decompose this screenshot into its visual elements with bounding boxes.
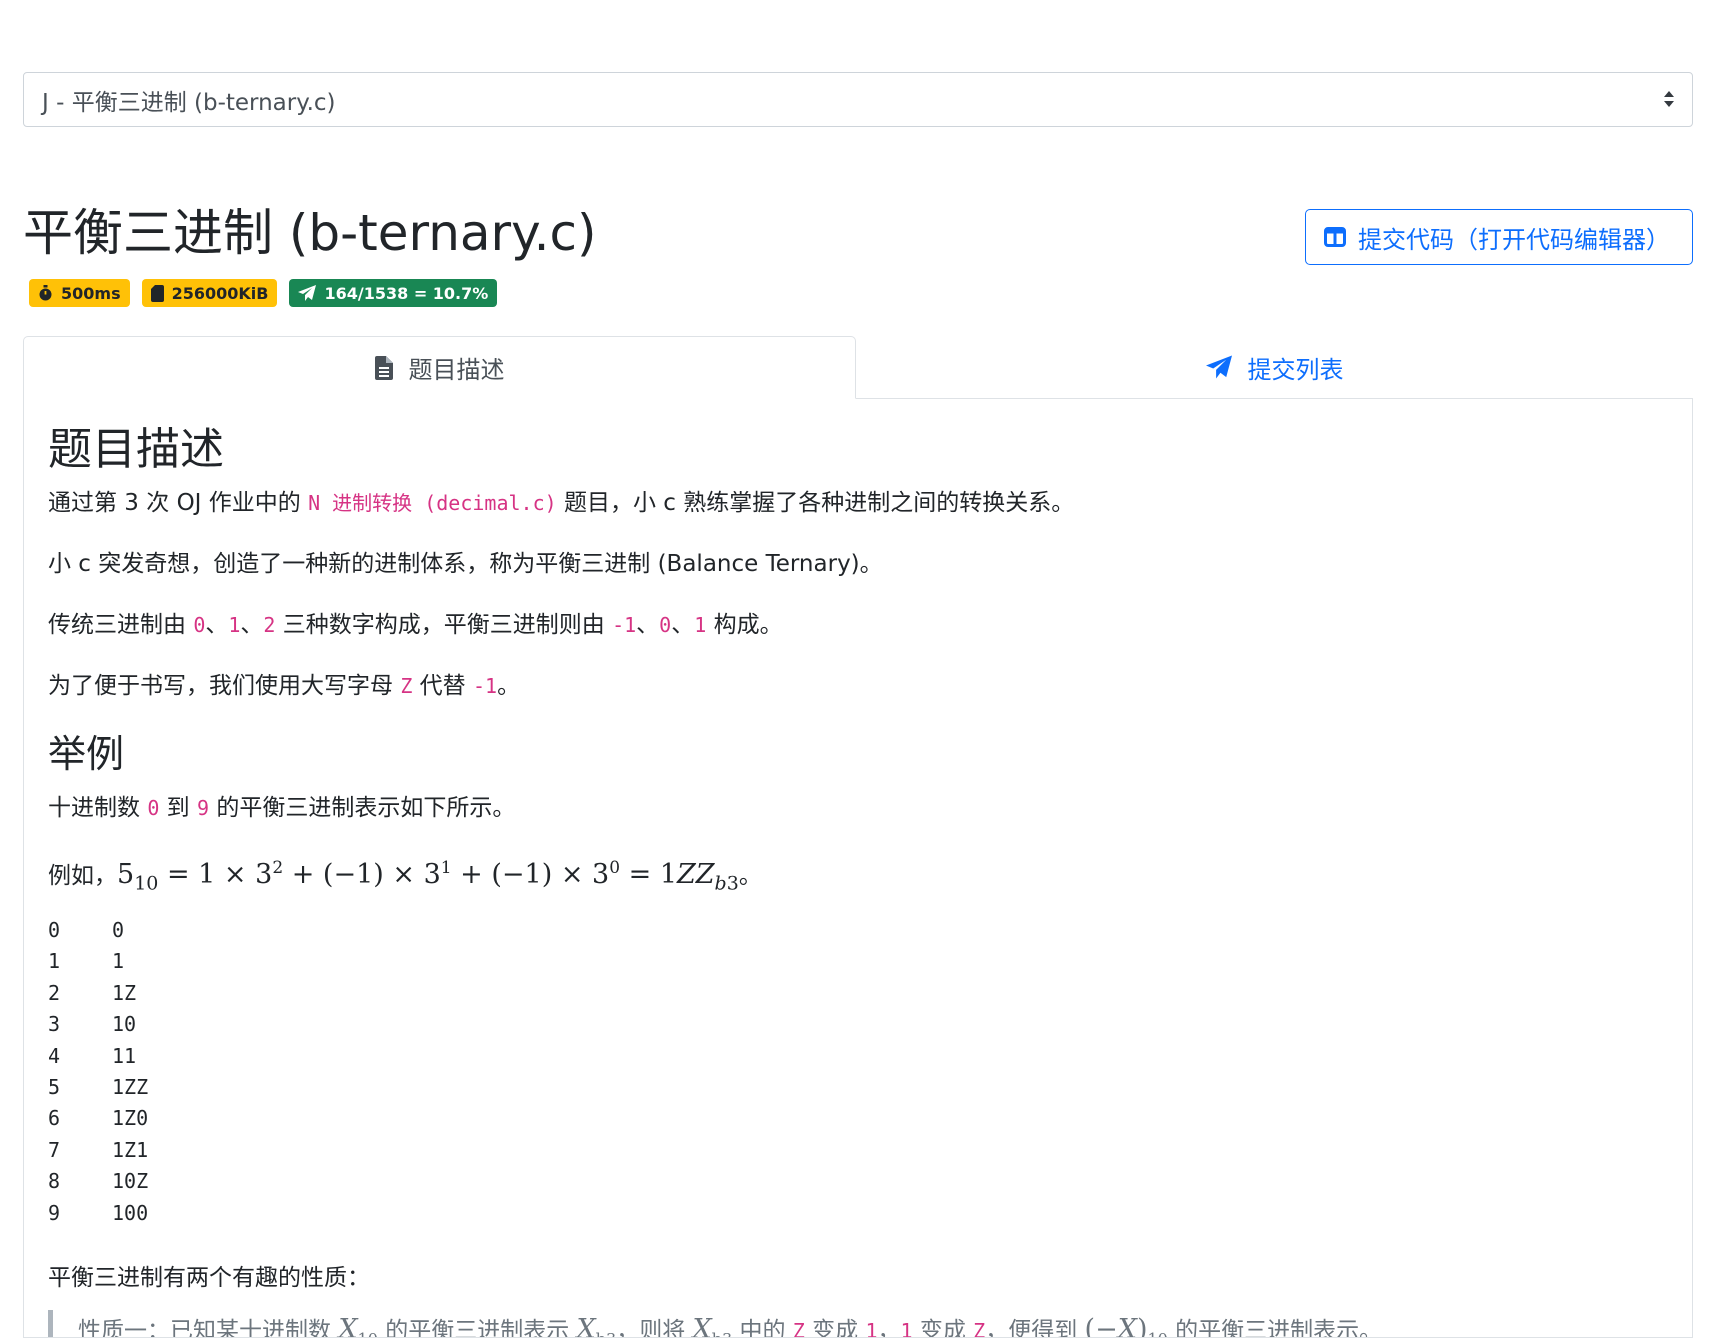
example-heading: 举例 [48, 732, 125, 776]
paragraph-example-formula: 例如，510 = 1 × 32 + (−1) × 31 + (−1) × 30 … [48, 858, 762, 895]
decimal-value: 8 [48, 1169, 61, 1194]
decimal-value: 1 [48, 949, 61, 974]
decimal-value: 0 [48, 918, 61, 942]
ternary-value: 1Z1 [112, 1137, 149, 1162]
table-row: 11 [48, 946, 148, 977]
ternary-value: 1Z0 [112, 1106, 149, 1131]
sd-card-icon [150, 284, 164, 302]
select-caret-icon [1664, 91, 1674, 107]
table-row: 9 100 [48, 1198, 148, 1229]
decimal-value: 5 [48, 1075, 61, 1100]
stopwatch-icon [39, 285, 52, 301]
paragraph-idea: 小 c 突发奇想，创造了一种新的进制体系，称为平衡三进制 (Balance Te… [48, 551, 883, 577]
paragraph-properties: 平衡三进制有两个有趣的性质： [48, 1265, 370, 1291]
paragraph-digits: 传统三进制由 0、1、2 三种数字构成，平衡三进制则由 -1、0、1 构成。 [48, 612, 783, 638]
table-row: 5 1ZZ [48, 1072, 148, 1103]
ternary-value: 1 [112, 949, 125, 974]
paragraph-table-intro: 十进制数 0 到 9 的平衡三进制表示如下所示。 [48, 795, 516, 821]
ternary-value: 11 [112, 1043, 137, 1068]
problem-select-value: J - 平衡三进制 (b-ternary.c) [42, 89, 336, 116]
ternary-value: 0 [112, 918, 125, 942]
tab-description[interactable]: 题目描述 [23, 336, 856, 399]
submit-code-label: 提交代码（打开代码编辑器） [1358, 225, 1670, 254]
description-panel: 题目描述 通过第 3 次 OJ 作业中的 N 进制转换 (decimal.c) … [23, 398, 1693, 1338]
description-heading: 题目描述 [48, 424, 224, 475]
decimal-value: 6 [48, 1106, 61, 1131]
decimal-value: 4 [48, 1043, 61, 1068]
page-title: 平衡三进制 (b-ternary.c) [23, 204, 597, 262]
paragraph-intro: 通过第 3 次 OJ 作业中的 N 进制转换 (decimal.c) 题目，小 … [48, 490, 1075, 516]
inline-code: N 进制转换 (decimal.c) [308, 491, 557, 515]
submit-code-button[interactable]: 提交代码（打开代码编辑器） [1305, 209, 1693, 265]
time-limit-badge: 500ms [29, 279, 130, 307]
table-row: 2 1Z [48, 978, 148, 1009]
ternary-value: 1ZZ [112, 1075, 149, 1100]
paper-plane-icon [298, 285, 317, 301]
table-row: 8 10Z [48, 1166, 148, 1197]
memory-limit-badge: 256000KiB [141, 279, 278, 307]
ternary-value: 10 [112, 1012, 137, 1037]
property-quote: 性质一：已知某十进制数 X10 的平衡三进制表示 Xb3，则将 Xb3 中的 Z… [48, 1310, 1382, 1337]
ternary-table: 0 0 1 1 2 1Z 3 10 4 11 5 1ZZ 6 1Z0 7 1Z1 8 10Z 9 100 [48, 915, 148, 1229]
file-text-icon [374, 355, 393, 380]
decimal-value: 7 [48, 1137, 61, 1162]
problem-select[interactable]: J - 平衡三进制 (b-ternary.c) [23, 72, 1693, 127]
problem-tabs: 题目描述 提交列表 [23, 336, 1693, 399]
math-formula: 510 = 1 × 32 + (−1) × 31 + (−1) × 30 = 1… [117, 858, 739, 895]
decimal-value: 3 [48, 1012, 61, 1037]
problem-badges: 500ms 256000KiB 164/1538 = 10.7% [29, 279, 498, 307]
acceptance-badge: 164/1538 = 10.7% [289, 279, 498, 307]
decimal-value: 9 [48, 1200, 61, 1225]
table-row: 00 [48, 915, 148, 946]
tab-submissions[interactable]: 提交列表 [856, 336, 1693, 398]
table-row: 3 10 [48, 1009, 148, 1040]
table-row: 4 11 [48, 1041, 148, 1072]
ternary-value: 100 [112, 1200, 149, 1225]
table-row: 6 1Z0 [48, 1103, 148, 1134]
columns-icon [1324, 227, 1346, 247]
decimal-value: 2 [48, 980, 61, 1005]
ternary-value: 10Z [112, 1169, 149, 1194]
paper-plane-icon [1205, 355, 1232, 379]
paragraph-notation: 为了便于书写，我们使用大写字母 Z 代替 -1。 [48, 673, 521, 699]
ternary-value: 1Z [112, 980, 137, 1005]
table-row: 7 1Z1 [48, 1135, 148, 1166]
